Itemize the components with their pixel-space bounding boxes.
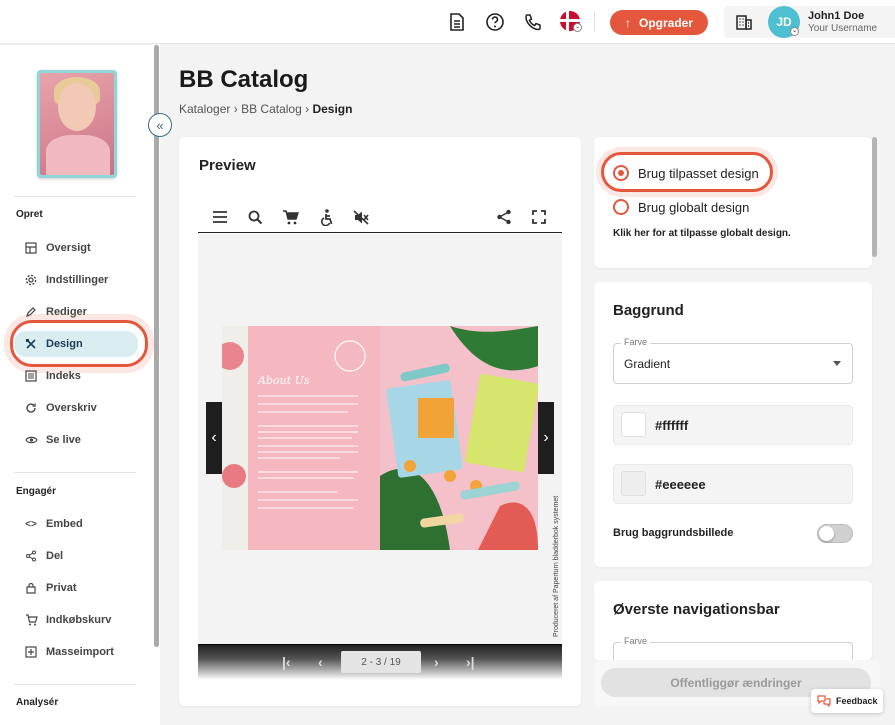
lock-icon bbox=[24, 581, 38, 595]
caret-down-icon bbox=[833, 361, 841, 366]
sidebar-item-indkobskurv[interactable]: Indkøbskurv bbox=[14, 607, 138, 633]
chevron-right-icon[interactable]: › bbox=[434, 654, 439, 670]
sidebar-item-indstillinger[interactable]: Indstillinger bbox=[14, 267, 138, 293]
chevron-down-icon: ⌄ bbox=[573, 23, 582, 32]
color-1-field[interactable] bbox=[613, 405, 853, 445]
menu-icon[interactable] bbox=[210, 207, 230, 227]
sidebar-item-overskriv[interactable]: Overskriv bbox=[14, 395, 138, 421]
bg-image-label: Brug baggrundsbillede bbox=[613, 527, 734, 539]
book-heading: About Us bbox=[258, 374, 310, 387]
radio-global-design[interactable] bbox=[613, 199, 629, 215]
next-page-button[interactable]: › bbox=[538, 402, 554, 474]
page-right-artwork bbox=[380, 326, 538, 550]
select-label: Farve bbox=[621, 337, 651, 347]
fullscreen-icon[interactable] bbox=[529, 207, 549, 227]
divider bbox=[14, 472, 136, 473]
accessibility-icon[interactable] bbox=[316, 207, 336, 227]
import-icon bbox=[24, 645, 38, 659]
color-swatch-1[interactable] bbox=[621, 412, 646, 437]
color-swatch-2[interactable] bbox=[621, 471, 646, 496]
mute-icon[interactable] bbox=[351, 207, 371, 227]
section-label-opret: Opret bbox=[16, 209, 43, 220]
search-icon[interactable] bbox=[245, 207, 265, 227]
gear-icon bbox=[24, 273, 38, 287]
divider bbox=[14, 196, 136, 197]
sidebar-item-design[interactable]: Design bbox=[14, 331, 138, 357]
user-name: John1 Doe bbox=[808, 10, 865, 22]
credit-text: Produceret af Paperturn bladderbok syste… bbox=[553, 495, 560, 637]
select-value: Gradient bbox=[624, 357, 671, 371]
first-page-icon[interactable]: |‹ bbox=[282, 654, 291, 670]
sidebar-item-oversigt[interactable]: Oversigt bbox=[14, 235, 138, 261]
cart-icon[interactable] bbox=[280, 207, 300, 227]
cart-icon bbox=[24, 613, 38, 627]
top-nav-title: Øverste navigationsbar bbox=[613, 601, 780, 618]
arrow-up-icon: ↑ bbox=[624, 15, 631, 30]
upgrade-button[interactable]: ↑ Opgrader bbox=[610, 10, 708, 35]
breadcrumb-bb-catalog[interactable]: BB Catalog bbox=[241, 102, 302, 116]
building-icon[interactable] bbox=[733, 11, 755, 33]
breadcrumb: Kataloger › BB Catalog › Design bbox=[179, 102, 352, 116]
book-page-left[interactable]: About Us bbox=[222, 326, 380, 550]
select-label: Farve bbox=[621, 636, 651, 646]
catalog-thumbnail[interactable] bbox=[37, 70, 117, 178]
layout-icon bbox=[24, 241, 38, 255]
last-page-icon[interactable]: ›| bbox=[466, 654, 475, 670]
radio-custom-design[interactable] bbox=[613, 165, 629, 181]
feedback-icon bbox=[817, 695, 831, 707]
cover-image bbox=[40, 73, 114, 175]
sidebar-item-indeks[interactable]: Indeks bbox=[14, 363, 138, 389]
section-label-analyser: Analysér bbox=[16, 697, 59, 708]
sidebar-item-embed[interactable]: <> Embed bbox=[14, 511, 138, 537]
sidebar-item-masseimport[interactable]: Masseimport bbox=[14, 639, 138, 665]
viewer-toolbar bbox=[198, 201, 562, 233]
prev-page-button[interactable]: ‹ bbox=[206, 402, 222, 474]
background-title: Baggrund bbox=[613, 302, 684, 319]
user-username: Your Username bbox=[808, 23, 878, 34]
page-counter[interactable]: 2 - 3 / 19 bbox=[341, 651, 421, 673]
color-2-field[interactable] bbox=[613, 464, 853, 504]
divider bbox=[14, 684, 136, 685]
radio-custom-design-label[interactable]: Brug tilpasset design bbox=[638, 166, 759, 181]
design-tools-icon bbox=[24, 337, 38, 351]
eye-icon bbox=[24, 433, 38, 447]
settings-scrollbar[interactable] bbox=[872, 137, 877, 257]
help-icon[interactable] bbox=[484, 11, 506, 33]
book-page-right[interactable] bbox=[380, 326, 538, 550]
chevron-right-icon: › bbox=[233, 102, 242, 116]
breadcrumb-kataloger[interactable]: Kataloger bbox=[179, 102, 230, 116]
page-left-artwork bbox=[222, 326, 380, 550]
feedback-button[interactable]: Feedback bbox=[811, 689, 883, 713]
divider bbox=[594, 12, 595, 32]
index-list-icon bbox=[24, 369, 38, 383]
breadcrumb-current: Design bbox=[312, 102, 353, 116]
share-icon bbox=[24, 549, 38, 563]
color-2-value[interactable]: #eeeeee bbox=[655, 477, 706, 492]
phone-icon[interactable] bbox=[522, 11, 544, 33]
sidebar-item-del[interactable]: Del bbox=[14, 543, 138, 569]
radio-global-design-label[interactable]: Brug globalt design bbox=[638, 200, 749, 215]
bg-image-toggle[interactable] bbox=[817, 524, 853, 543]
preview-title: Preview bbox=[199, 157, 256, 174]
global-design-hint[interactable]: Klik her for at tilpasse globalt design. bbox=[613, 228, 791, 239]
sidebar-item-se-live[interactable]: Se live bbox=[14, 427, 138, 453]
pencil-icon bbox=[24, 305, 38, 319]
collapse-sidebar-button[interactable]: « bbox=[148, 113, 172, 137]
page-title: BB Catalog bbox=[179, 66, 309, 93]
share-icon[interactable] bbox=[494, 207, 514, 227]
code-icon: <> bbox=[25, 518, 37, 530]
color-1-value[interactable]: #ffffff bbox=[655, 418, 688, 433]
chevron-left-icon[interactable]: ‹ bbox=[318, 654, 323, 670]
chevron-down-icon: ⌄ bbox=[790, 27, 799, 36]
sidebar-item-privat[interactable]: Privat bbox=[14, 575, 138, 601]
section-label-engager: Engagér bbox=[16, 486, 57, 497]
refresh-icon bbox=[24, 401, 38, 415]
document-icon[interactable] bbox=[446, 11, 468, 33]
